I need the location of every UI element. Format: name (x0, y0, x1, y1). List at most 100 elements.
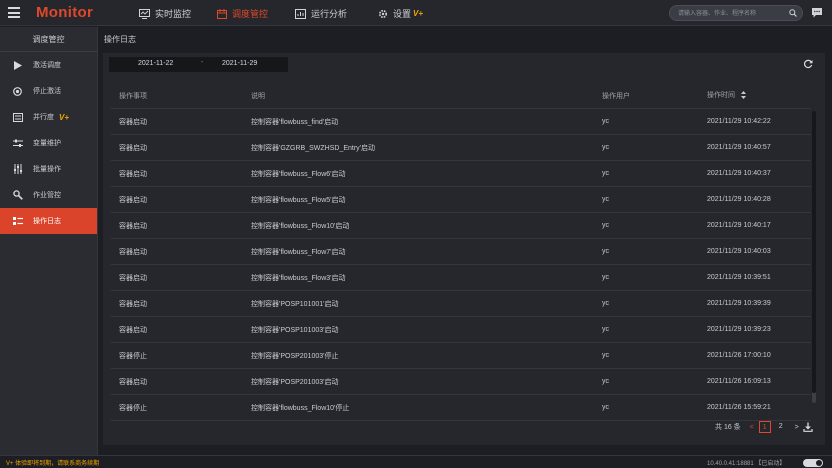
sidebar-item-label: 作业管控 (33, 192, 61, 199)
cell-user: yc (602, 144, 609, 151)
nav-label: 实时监控 (155, 9, 192, 19)
vplus-badge: V+ (413, 9, 424, 18)
nav-settings[interactable]: 设置 V+ (377, 7, 423, 20)
page-title: 操作日志 (104, 35, 136, 44)
sidebar-item-batch[interactable]: 批量操作 (0, 156, 97, 182)
table-row: 容器启动 控制容器'flowbuss_find'启动 yc 2021/11/29 10… (111, 109, 811, 135)
cell-user: yc (602, 300, 609, 307)
scrollbar-thumb[interactable] (812, 111, 816, 393)
cell-operation: 容器停止 (119, 352, 147, 360)
sidebar-item-operation-log[interactable]: 操作日志 (0, 208, 97, 234)
search-input[interactable] (678, 8, 788, 19)
log-icon (12, 216, 23, 227)
cell-operation: 容器启动 (119, 170, 147, 178)
header-time[interactable]: 操作时间 (707, 90, 811, 100)
cell-description: 控制容器'GZGRB_SWZHSD_Entry'启动 (251, 144, 376, 152)
table-row: 容器停止 控制容器'flowbuss_Flow10'停止 yc 2021/11/26 … (111, 395, 811, 421)
cell-user: yc (602, 248, 609, 255)
search-box (669, 5, 803, 21)
table-row: 容器启动 控制容器'flowbuss_Flow7'启动 yc 2021/11/29 1… (111, 239, 811, 265)
top-bar: Monitor 实时监控 调度管控 运行分析 设置 V+ (0, 0, 832, 26)
total-count: 共 16 条 (715, 424, 741, 431)
log-panel: 2021-11-22 - 2021-11-29 操作事项 说明 操作用户 操作时… (103, 53, 825, 445)
sidebar-item-activate[interactable]: 激活调度 (0, 52, 97, 78)
cell-time: 2021/11/29 10:40:17 (707, 222, 771, 229)
cell-time: 2021/11/29 10:40:57 (707, 144, 771, 151)
table-row: 容器启动 控制容器'POSP201003'启动 yc 2021/11/26 16:09… (111, 369, 811, 395)
table-row: 容器启动 控制容器'flowbuss_Flow3'启动 yc 2021/11/29 1… (111, 265, 811, 291)
sidebar-item-label: 激活调度 (33, 62, 61, 69)
date-range-picker[interactable]: 2021-11-22 - 2021-11-29 (109, 57, 288, 72)
cell-time: 2021/11/26 16:09:13 (707, 378, 771, 385)
nav-realtime-monitor[interactable]: 实时监控 (139, 7, 191, 20)
nav-label: 运行分析 (311, 9, 348, 19)
cell-description: 控制容器'flowbuss_Flow5'启动 (251, 196, 346, 204)
nav-dispatch-control[interactable]: 调度管控 (216, 7, 268, 20)
date-separator: - (201, 59, 204, 66)
header-operation: 操作事项 (119, 92, 147, 100)
server-status: 10.40.0.41:18881 【已启动】 (707, 461, 786, 467)
theme-toggle[interactable] (803, 459, 823, 467)
cell-operation: 容器启动 (119, 326, 147, 334)
cell-user: yc (602, 326, 609, 333)
sidebar-item-job-control[interactable]: 作业管控 (0, 182, 97, 208)
sidebar: 调度管控 激活调度 停止激活 并行度 V+ 变量维护 批量操作 作业管控 操作日… (0, 27, 98, 455)
cell-operation: 容器停止 (119, 404, 147, 412)
cell-time: 2021/11/26 17:00:10 (707, 352, 771, 359)
prev-page-button[interactable]: < (747, 424, 757, 431)
nav-run-analysis[interactable]: 运行分析 (295, 7, 347, 20)
next-page-button[interactable]: > (791, 424, 803, 431)
parallel-icon (12, 112, 23, 123)
cell-description: 控制容器'POSP201003'停止 (251, 352, 339, 360)
analysis-icon (295, 8, 306, 19)
sidebar-item-variables[interactable]: 变量维护 (0, 130, 97, 156)
cell-operation: 容器启动 (119, 118, 147, 126)
search-icon[interactable] (789, 9, 797, 19)
cell-user: yc (602, 378, 609, 385)
table-row: 容器停止 控制容器'POSP201003'停止 yc 2021/11/26 17:00… (111, 343, 811, 369)
cell-operation: 容器启动 (119, 222, 147, 230)
header-description: 说明 (251, 92, 265, 100)
page-button-1[interactable]: 1 (758, 421, 771, 433)
cell-time: 2021/11/29 10:40:28 (707, 196, 771, 203)
status-bar: V+ 体验即将到期，请联系商务续期 10.40.0.41:18881 【已启动】 (0, 455, 832, 468)
cell-description: 控制容器'POSP101003'启动 (251, 326, 339, 334)
hamburger-menu-icon[interactable] (8, 7, 20, 18)
download-icon[interactable] (803, 422, 813, 432)
sidebar-item-label: 批量操作 (33, 166, 61, 173)
refresh-icon[interactable] (803, 59, 814, 70)
sidebar-item-label: 变量维护 (33, 140, 61, 147)
cell-operation: 容器启动 (119, 378, 147, 386)
table-scrollbar[interactable] (812, 111, 816, 403)
play-icon (12, 60, 23, 71)
app-logo: Monitor (36, 4, 94, 21)
license-warning: V+ 体验即将到期，请联系商务续期 (6, 461, 100, 467)
cell-time: 2021/11/29 10:40:37 (707, 170, 771, 177)
end-date[interactable]: 2021-11-29 (222, 60, 257, 67)
header-time-label: 操作时间 (707, 92, 735, 100)
sidebar-item-stop[interactable]: 停止激活 (0, 78, 97, 104)
monitor-icon (139, 8, 150, 19)
sidebar-item-parallel[interactable]: 并行度 V+ (0, 104, 97, 130)
cell-user: yc (602, 352, 609, 359)
sliders-icon (12, 138, 23, 149)
table-body: 容器启动 控制容器'flowbuss_find'启动 yc 2021/11/29 10… (111, 109, 811, 421)
operation-log-table: 操作事项 说明 操作用户 操作时间 容器启动 控制容器'flowbuss_find… (111, 83, 811, 421)
cell-user: yc (602, 118, 609, 125)
cell-operation: 容器启动 (119, 274, 147, 282)
table-row: 容器启动 控制容器'POSP101001'启动 yc 2021/11/29 10:39… (111, 291, 811, 317)
cell-user: yc (602, 170, 609, 177)
cell-time: 2021/11/29 10:39:23 (707, 326, 771, 333)
nav-label: 设置 (393, 9, 412, 19)
cell-user: yc (602, 404, 609, 411)
page-button-2[interactable]: 2 (775, 421, 787, 433)
start-date[interactable]: 2021-11-22 (138, 60, 173, 67)
nav-label: 调度管控 (232, 9, 269, 19)
stop-icon (12, 86, 23, 97)
cell-operation: 容器启动 (119, 144, 147, 152)
sort-icon[interactable] (740, 90, 746, 101)
message-icon[interactable] (811, 7, 823, 18)
table-row: 容器启动 控制容器'flowbuss_Flow5'启动 yc 2021/11/29 1… (111, 187, 811, 213)
cell-time: 2021/11/29 10:39:39 (707, 300, 771, 307)
cell-time: 2021/11/29 10:40:03 (707, 248, 771, 255)
